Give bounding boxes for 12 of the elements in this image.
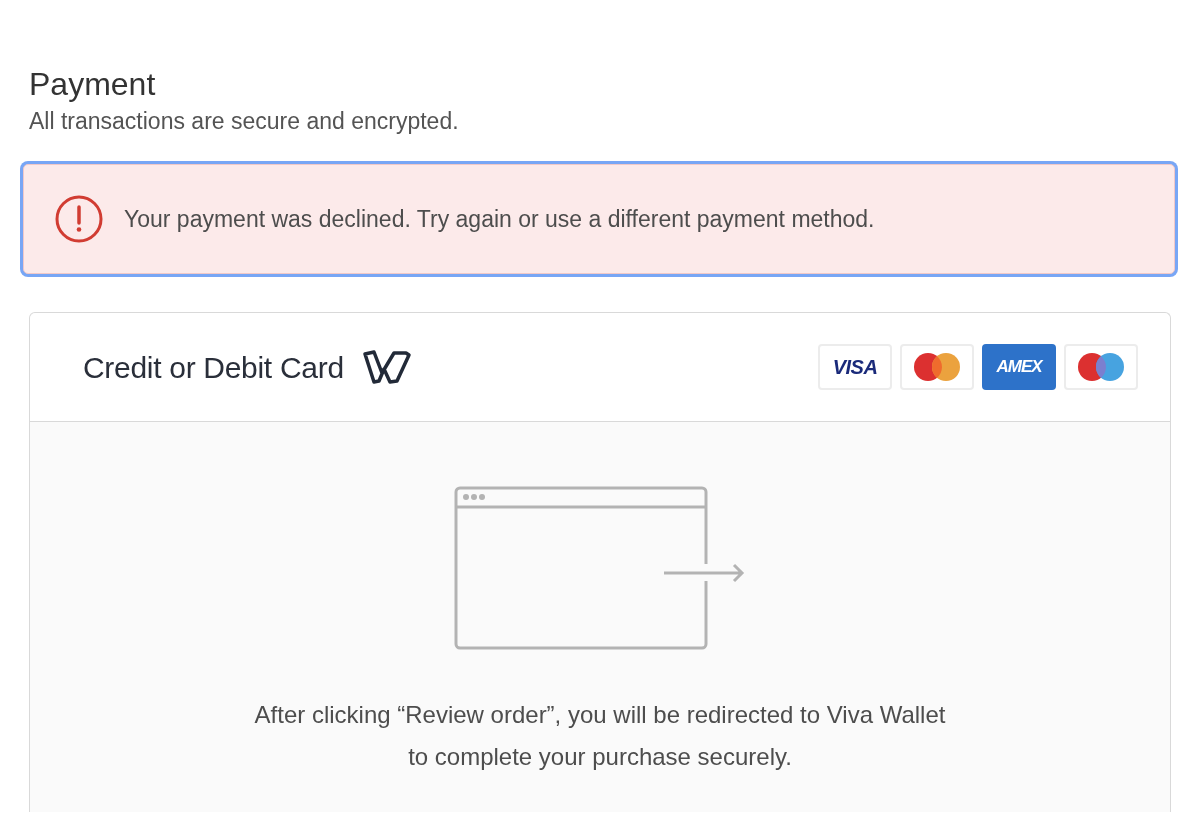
maestro-logo-icon: [1078, 353, 1124, 381]
mastercard-logo-icon: [914, 353, 960, 381]
section-heading: Payment: [29, 65, 157, 104]
wallet-logo-icon: [361, 349, 412, 385]
redirect-note: After clicking “Review order”, you will be redirected to Viva Wallet: [254, 700, 946, 730]
payment-method-label: Credit or Debit Card: [83, 349, 344, 386]
section-subtitle: All transactions are secure and encrypted.: [29, 107, 460, 136]
redirect-note: to complete your purchase securely.: [408, 742, 792, 772]
alert-message: Your payment was declined. Try again or use a different payment method.: [124, 204, 875, 234]
visa-logo: VISA: [818, 344, 892, 390]
amex-logo: AMEX: [982, 344, 1056, 390]
exclamation-icon: [54, 194, 104, 244]
